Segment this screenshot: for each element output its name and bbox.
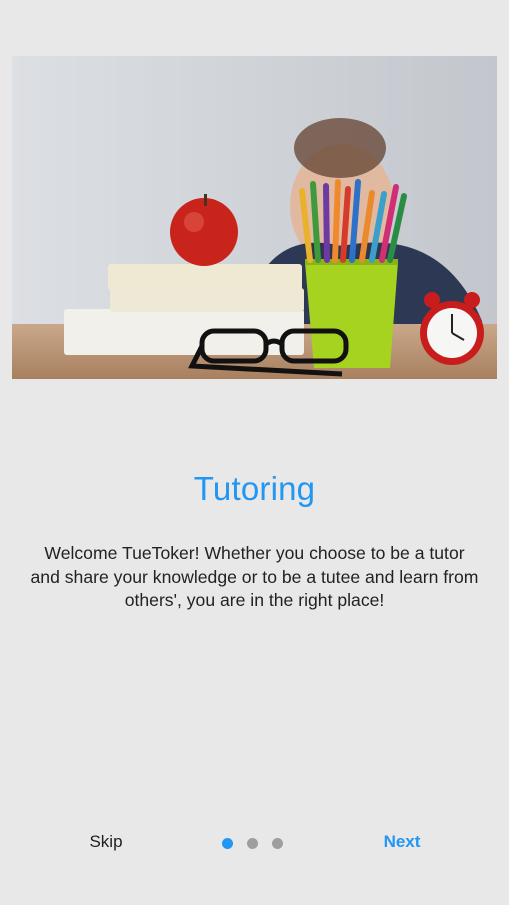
hero-image	[12, 56, 497, 379]
page-dot-3[interactable]	[272, 838, 283, 849]
page-dot-2[interactable]	[247, 838, 258, 849]
onboarding-bottom-bar: Skip Next	[0, 828, 509, 860]
skip-button[interactable]: Skip	[72, 832, 140, 856]
page-description: Welcome TueToker! Whether you choose to …	[30, 543, 479, 610]
page-dot-1[interactable]	[222, 838, 233, 849]
page-indicator	[222, 838, 283, 850]
classroom-desk-illustration	[12, 56, 497, 379]
page-title: Tutoring	[193, 470, 316, 507]
next-button[interactable]: Next	[370, 832, 434, 856]
